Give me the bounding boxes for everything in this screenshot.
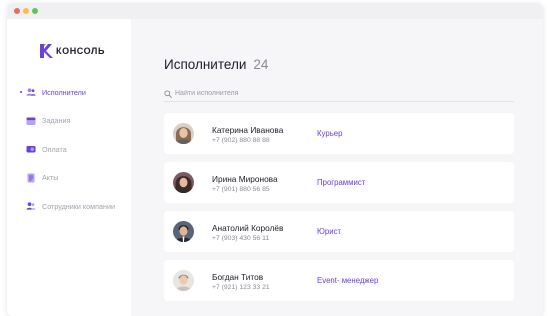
search-bar — [164, 86, 514, 102]
performer-count: 24 — [253, 57, 269, 72]
avatar — [173, 123, 194, 144]
performer-card[interactable]: Катерина Иванова +7 (902) 880 88 88 Курь… — [164, 113, 514, 154]
page-title-text: Исполнители — [164, 57, 247, 72]
payment-icon — [26, 144, 36, 154]
performer-card[interactable]: Анатолий Королёв +7 (903) 430 56 11 Юрис… — [164, 211, 514, 252]
search-input[interactable] — [175, 90, 375, 97]
close-window-button[interactable] — [14, 8, 20, 14]
performer-role: Программист — [317, 178, 366, 187]
window-titlebar — [7, 3, 543, 19]
sidebar-item-payment[interactable]: Оплата — [21, 135, 115, 164]
performer-phone: +7 (903) 430 56 11 — [212, 235, 270, 242]
performer-phone: +7 (921) 123 33 21 — [212, 284, 270, 291]
sidebar-item-tasks[interactable]: Задания — [21, 107, 115, 136]
performer-phone: +7 (902) 880 88 88 — [212, 137, 270, 144]
sidebar-item-performers[interactable]: Исполнители — [20, 78, 115, 107]
performer-phone: +7 (901) 880 56 85 — [212, 186, 270, 193]
sidebar-item-staff[interactable]: Сотрудники компании — [21, 192, 115, 221]
performer-name: Богдан Титов — [212, 272, 264, 282]
maximize-window-button[interactable] — [32, 8, 38, 14]
sidebar: КОНСОЛЬ Исполнители Задания Оплата Акты … — [7, 19, 131, 316]
search-icon — [164, 89, 172, 98]
avatar — [173, 172, 194, 193]
performer-name: Анатолий Королёв — [212, 223, 284, 233]
performer-name: Ирина Миронова — [212, 174, 278, 184]
sidebar-item-label: Сотрудники компании — [42, 201, 115, 211]
performer-role: Event- менеджер — [317, 276, 379, 285]
tasks-icon — [26, 116, 36, 126]
users-icon — [26, 87, 36, 97]
app-window: КОНСОЛЬ Исполнители Задания Оплата Акты … — [7, 3, 543, 316]
main-content: Исполнители 24 Катерина Иванова +7 (902) … — [131, 19, 543, 316]
document-icon — [26, 173, 36, 183]
brand-name: КОНСОЛЬ — [56, 46, 106, 56]
performer-role: Юрист — [317, 227, 342, 236]
sidebar-nav: Исполнители Задания Оплата Акты Сотрудни… — [20, 78, 115, 221]
staff-icon — [26, 201, 36, 211]
avatar — [173, 221, 194, 242]
sidebar-item-label: Исполнители — [42, 87, 86, 97]
active-indicator — [20, 91, 22, 93]
sidebar-item-label: Акты — [42, 173, 59, 183]
performer-role: Курьер — [317, 129, 343, 138]
konsol-logo-icon — [40, 44, 53, 58]
sidebar-item-acts[interactable]: Акты — [21, 164, 115, 193]
minimize-window-button[interactable] — [23, 8, 29, 14]
page-title: Исполнители 24 — [164, 57, 268, 72]
sidebar-item-label: Оплата — [42, 144, 67, 154]
performer-card[interactable]: Ирина Миронова +7 (901) 880 56 85 Програ… — [164, 162, 514, 203]
performer-name: Катерина Иванова — [212, 125, 284, 135]
brand-logo[interactable]: КОНСОЛЬ — [39, 44, 105, 58]
performer-card[interactable]: Богдан Титов +7 (921) 123 33 21 Event- м… — [164, 260, 514, 301]
sidebar-item-label: Задания — [42, 116, 71, 126]
avatar — [173, 270, 194, 291]
